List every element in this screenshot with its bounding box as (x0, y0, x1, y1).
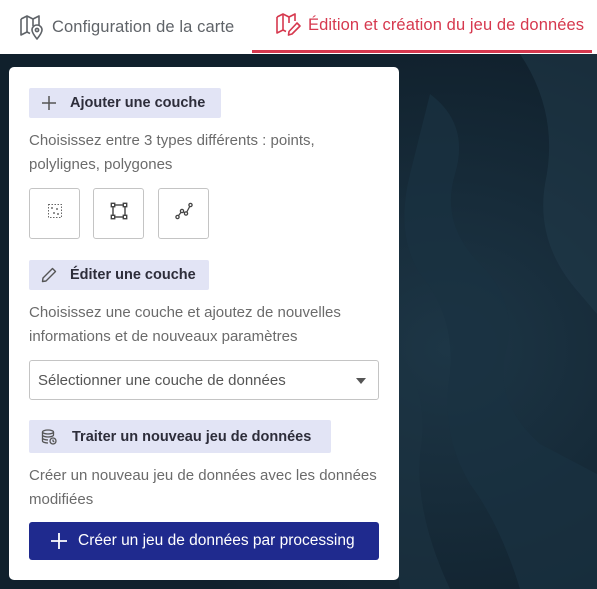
map-edit-icon (274, 11, 302, 39)
polygon-icon (109, 201, 129, 226)
tab-dataset-edition[interactable]: Édition et création du jeu de données (252, 0, 592, 53)
polyline-icon (174, 201, 194, 226)
tab-dataset-edition-label: Édition et création du jeu de données (308, 15, 585, 34)
tab-map-configuration[interactable]: Configuration de la carte (18, 0, 234, 54)
caret-down-icon (356, 378, 366, 384)
layer-select-placeholder: Sélectionner une couche de données (38, 371, 286, 389)
database-stack-icon (40, 428, 58, 446)
dataset-edition-panel: Ajouter une couche Choisissez entre 3 ty… (9, 67, 399, 580)
edit-layer-label: Éditer une couche (70, 267, 196, 283)
add-polyline-layer-button[interactable] (158, 188, 209, 239)
map-pin-icon (18, 13, 46, 41)
edit-layer-button[interactable]: Éditer une couche (29, 260, 209, 290)
layer-select[interactable]: Sélectionner une couche de données (29, 360, 379, 400)
process-dataset-description: Créer un nouveau jeu de données avec les… (29, 467, 377, 508)
add-points-layer-button[interactable] (29, 188, 80, 239)
edit-layer-description: Choisissez une couche et ajoutez de nouv… (29, 304, 341, 345)
process-dataset-button[interactable]: Traiter un nouveau jeu de données (29, 420, 331, 453)
create-dataset-label: Créer un jeu de données par processing (78, 532, 355, 549)
plus-icon (40, 94, 58, 112)
create-dataset-by-processing-button[interactable]: Créer un jeu de données par processing (29, 522, 379, 560)
add-layer-button[interactable]: Ajouter une couche (29, 88, 221, 118)
pencil-icon (40, 266, 58, 284)
add-layer-description: Choisissez entre 3 types différents : po… (29, 132, 315, 173)
process-dataset-label: Traiter un nouveau jeu de données (72, 428, 312, 445)
tab-bar: Configuration de la carte Édition et cré… (0, 0, 597, 54)
points-icon (46, 202, 64, 225)
add-polygon-layer-button[interactable] (93, 188, 144, 239)
tab-map-configuration-label: Configuration de la carte (52, 17, 235, 36)
add-layer-label: Ajouter une couche (70, 95, 206, 111)
plus-icon (49, 531, 69, 551)
